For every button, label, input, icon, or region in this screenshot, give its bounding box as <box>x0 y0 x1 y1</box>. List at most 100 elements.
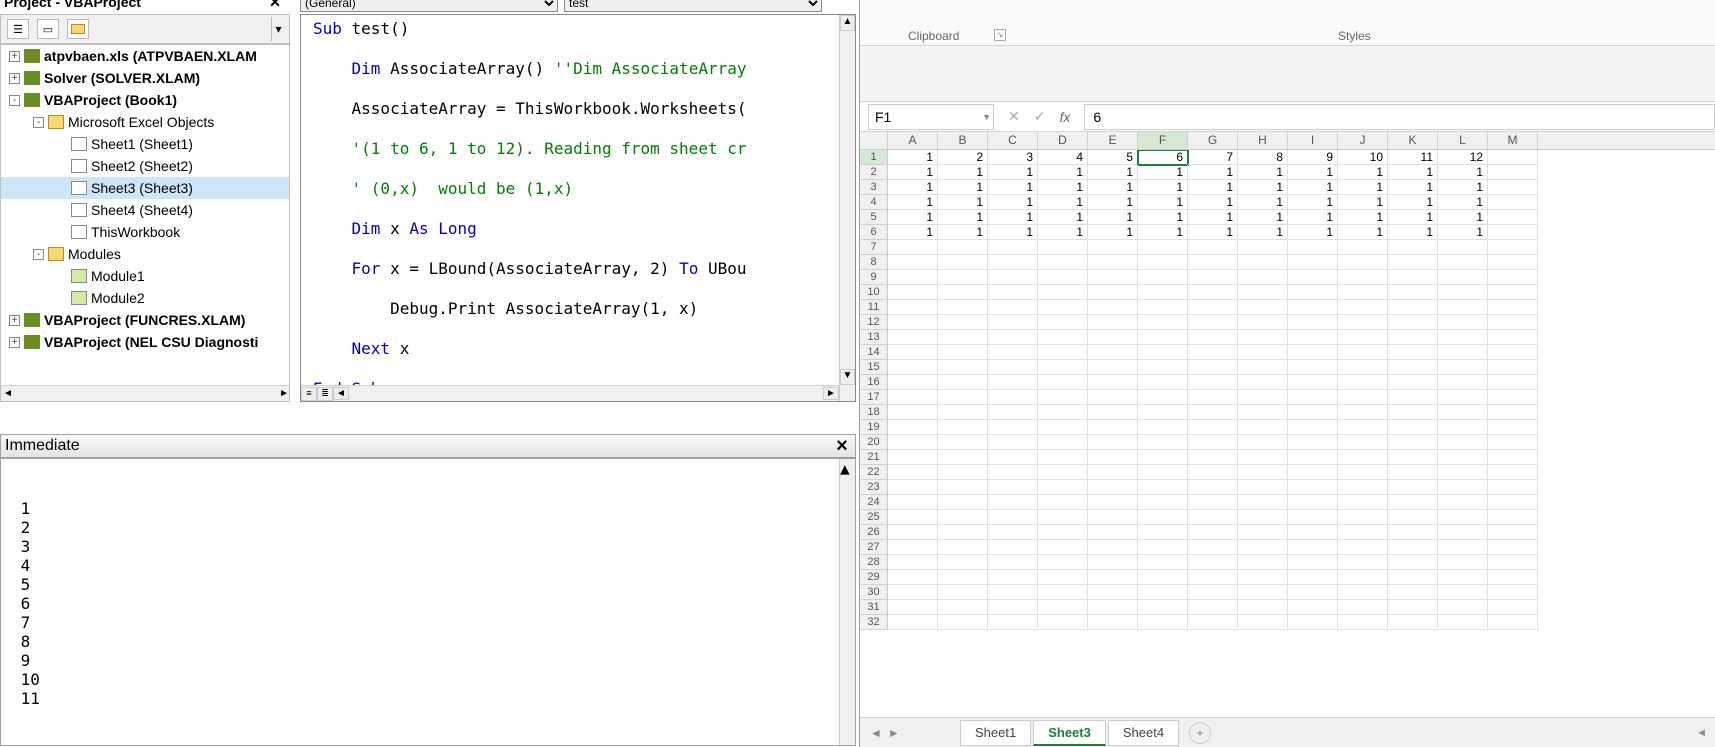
cell[interactable]: 3 <box>988 150 1038 165</box>
cell[interactable] <box>888 300 938 315</box>
cell[interactable] <box>1138 240 1188 255</box>
cell[interactable] <box>1338 495 1388 510</box>
tree-node[interactable]: Module2 <box>1 287 289 309</box>
cell[interactable]: 1 <box>1088 165 1138 180</box>
cell[interactable] <box>1188 360 1238 375</box>
cell[interactable] <box>1488 555 1538 570</box>
cell[interactable] <box>1438 465 1488 480</box>
view-object-button[interactable]: ▭ <box>37 19 59 39</box>
cell[interactable] <box>1038 555 1088 570</box>
cell[interactable] <box>888 450 938 465</box>
expand-icon[interactable]: - <box>9 95 20 106</box>
row-header[interactable]: 11 <box>860 300 888 315</box>
cell[interactable]: 1 <box>1238 225 1288 240</box>
cell[interactable] <box>938 495 988 510</box>
cell[interactable] <box>1488 480 1538 495</box>
cell[interactable]: 4 <box>1038 150 1088 165</box>
cell[interactable] <box>1088 240 1138 255</box>
cell[interactable] <box>938 555 988 570</box>
cell[interactable] <box>1238 570 1288 585</box>
cell[interactable] <box>1488 405 1538 420</box>
cell[interactable] <box>938 465 988 480</box>
cell[interactable] <box>1188 270 1238 285</box>
code-vscroll[interactable]: ▲▼ <box>839 15 855 401</box>
project-explorer-close[interactable]: × <box>264 0 286 12</box>
row-header[interactable]: 24 <box>860 495 888 510</box>
cell[interactable] <box>1288 375 1338 390</box>
cell[interactable] <box>1338 330 1388 345</box>
cell[interactable] <box>1388 600 1438 615</box>
cell[interactable] <box>1238 435 1288 450</box>
enter-icon[interactable]: ✓ <box>1034 108 1046 125</box>
column-header[interactable]: E <box>1088 132 1138 149</box>
cell[interactable] <box>1238 240 1288 255</box>
cell[interactable] <box>938 420 988 435</box>
cell[interactable] <box>1188 525 1238 540</box>
clipboard-dialog-launcher[interactable]: ↘ <box>994 29 1006 41</box>
cell[interactable] <box>1188 495 1238 510</box>
column-header[interactable]: J <box>1338 132 1388 149</box>
cell[interactable] <box>888 375 938 390</box>
cell[interactable] <box>1388 300 1438 315</box>
cell[interactable] <box>1488 195 1538 210</box>
cell[interactable] <box>1488 150 1538 165</box>
cell[interactable] <box>1388 315 1438 330</box>
cell[interactable] <box>1388 540 1438 555</box>
formula-input[interactable]: 6 <box>1084 104 1715 130</box>
cell[interactable]: 1 <box>1388 195 1438 210</box>
cell[interactable] <box>1388 420 1438 435</box>
cell[interactable] <box>888 255 938 270</box>
cell[interactable] <box>888 240 938 255</box>
cell[interactable] <box>1488 285 1538 300</box>
cell[interactable] <box>938 450 988 465</box>
cell[interactable] <box>988 300 1038 315</box>
cell[interactable] <box>1488 495 1538 510</box>
cell[interactable] <box>1238 375 1288 390</box>
row-header[interactable]: 23 <box>860 480 888 495</box>
cell[interactable] <box>1438 360 1488 375</box>
cell[interactable] <box>1488 510 1538 525</box>
cell[interactable] <box>1038 600 1088 615</box>
cell[interactable] <box>1088 480 1138 495</box>
cell[interactable] <box>1488 240 1538 255</box>
cell[interactable] <box>1038 405 1088 420</box>
view-code-button[interactable]: ☰ <box>7 19 29 39</box>
cell[interactable] <box>1488 525 1538 540</box>
sheet-tab[interactable]: Sheet1 <box>960 720 1031 746</box>
cell[interactable] <box>988 480 1038 495</box>
cell[interactable] <box>1488 615 1538 630</box>
cell[interactable] <box>938 540 988 555</box>
cell[interactable] <box>1038 540 1088 555</box>
cell[interactable] <box>888 540 938 555</box>
cell[interactable] <box>938 375 988 390</box>
cell[interactable]: 1 <box>988 165 1038 180</box>
column-header[interactable]: A <box>888 132 938 149</box>
sheet-tab[interactable]: Sheet4 <box>1108 720 1179 746</box>
cell[interactable] <box>1188 555 1238 570</box>
cell[interactable]: 1 <box>888 150 938 165</box>
cell[interactable] <box>1338 540 1388 555</box>
cell[interactable] <box>988 285 1038 300</box>
cell[interactable] <box>1088 420 1138 435</box>
cell[interactable]: 1 <box>1338 165 1388 180</box>
cell[interactable] <box>988 360 1038 375</box>
cell[interactable]: 1 <box>1288 180 1338 195</box>
cell[interactable] <box>888 315 938 330</box>
cell[interactable] <box>1188 450 1238 465</box>
cell[interactable] <box>1338 405 1388 420</box>
cell[interactable]: 6 <box>1138 150 1188 165</box>
cell[interactable]: 8 <box>1238 150 1288 165</box>
tree-hscroll[interactable]: ◄► <box>1 385 290 401</box>
cell[interactable] <box>938 510 988 525</box>
cell[interactable]: 1 <box>1288 210 1338 225</box>
row-header[interactable]: 25 <box>860 510 888 525</box>
cell[interactable] <box>988 525 1038 540</box>
tree-node[interactable]: Module1 <box>1 265 289 287</box>
cell[interactable] <box>938 285 988 300</box>
cancel-icon[interactable]: ✕ <box>1008 108 1020 125</box>
cell[interactable] <box>1138 375 1188 390</box>
cell[interactable] <box>1438 390 1488 405</box>
namebox-dropdown-icon[interactable]: ▼ <box>982 112 991 122</box>
name-box[interactable]: F1▼ <box>868 104 994 130</box>
row-header[interactable]: 12 <box>860 315 888 330</box>
